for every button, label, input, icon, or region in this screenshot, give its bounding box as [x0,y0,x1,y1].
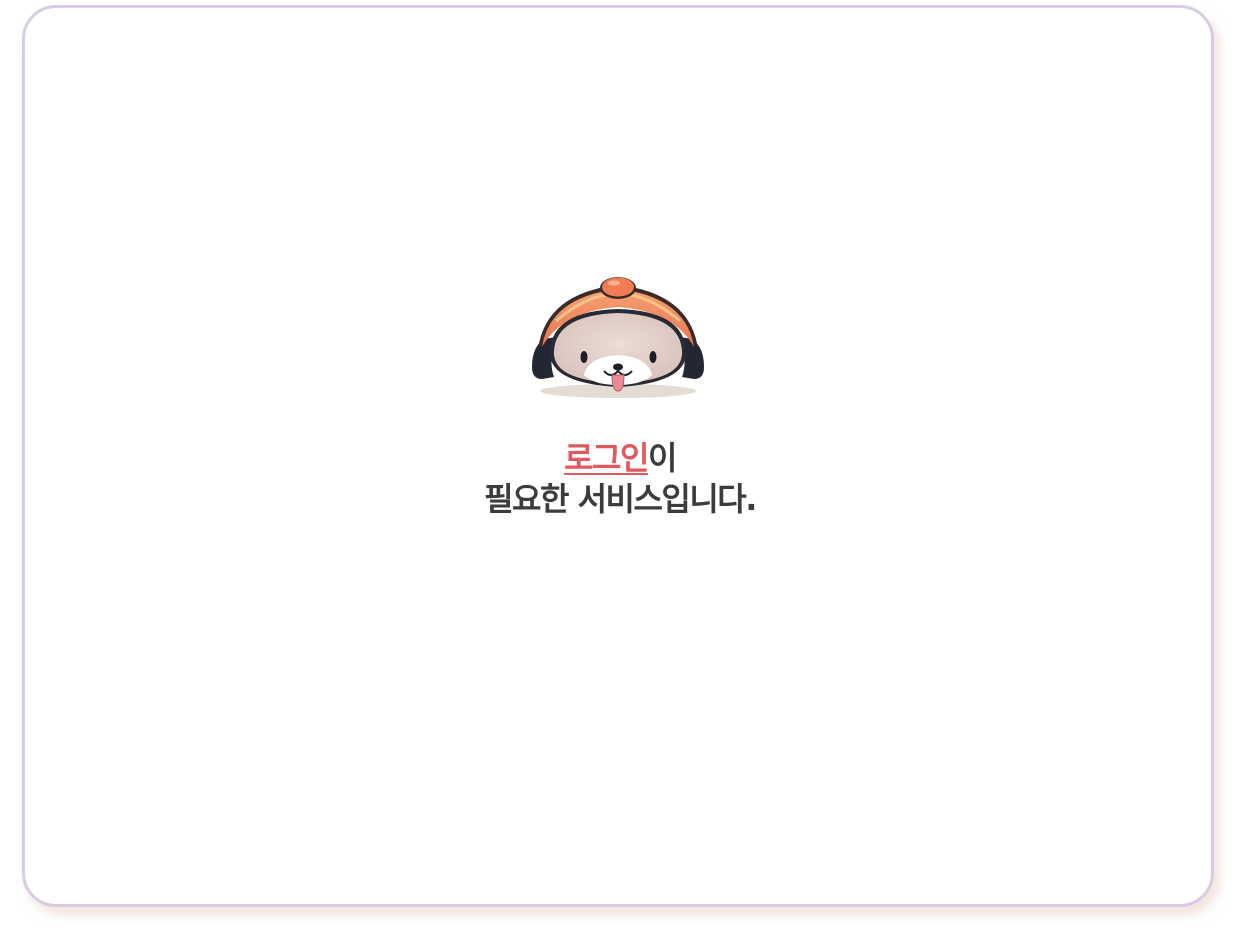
message-suffix: 이 [647,439,677,477]
message-line-1: 로그인이 [0,438,1240,479]
message-line-2: 필요한 서비스입니다. [484,480,757,518]
login-link[interactable]: 로그인 [564,439,649,477]
dog-mascot-icon [532,277,704,398]
login-required-message: 로그인이 필요한 서비스입니다. [0,438,1240,520]
